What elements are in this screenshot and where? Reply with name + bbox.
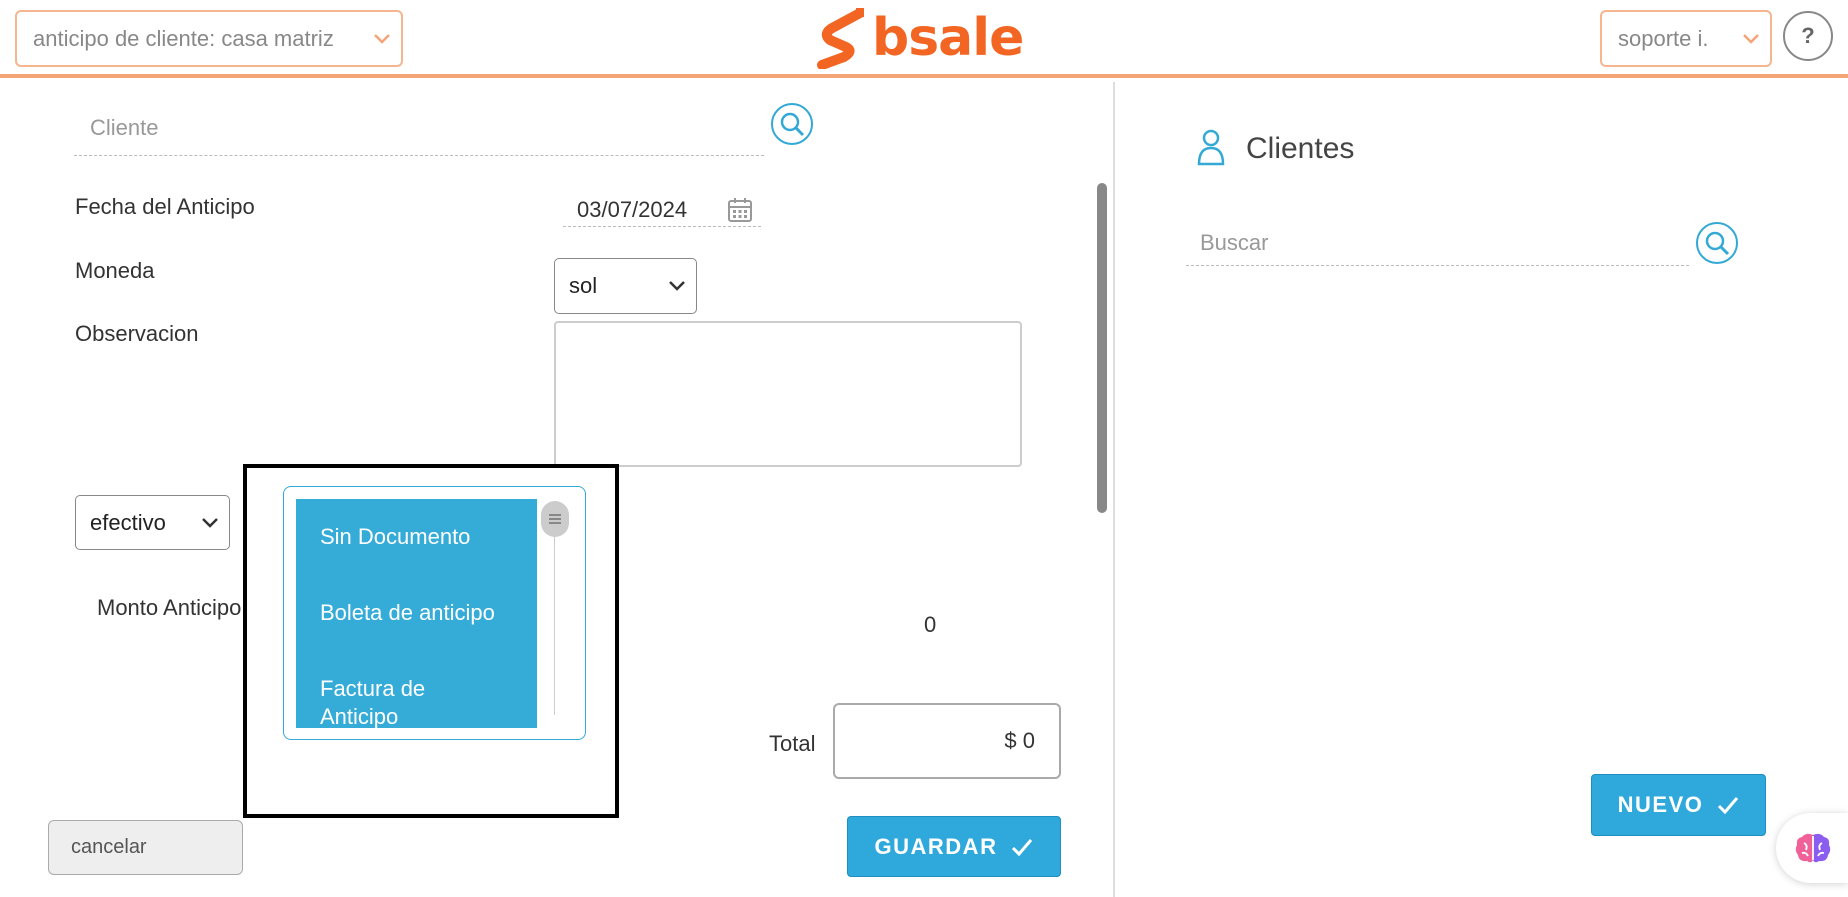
checkmark-icon bbox=[1012, 838, 1033, 856]
option-boleta-anticipo-label: Boleta de anticipo bbox=[320, 600, 495, 625]
assistant-launcher[interactable] bbox=[1776, 813, 1848, 883]
user-icon bbox=[1196, 128, 1226, 171]
search-icon bbox=[1705, 231, 1730, 256]
bsale-logo-mark-icon bbox=[817, 8, 864, 69]
checkmark-icon bbox=[1718, 797, 1739, 815]
cancel-button[interactable]: cancelar bbox=[48, 820, 243, 875]
clients-search-field[interactable]: Buscar bbox=[1186, 220, 1689, 266]
moneda-value: sol bbox=[569, 273, 598, 298]
list-scrollbar-thumb[interactable] bbox=[541, 501, 569, 537]
option-sin-documento[interactable]: Sin Documento bbox=[296, 523, 536, 551]
cliente-field[interactable]: Cliente bbox=[74, 100, 764, 156]
option-boleta-anticipo[interactable]: Boleta de anticipo bbox=[296, 599, 536, 627]
clients-search-button[interactable] bbox=[1696, 222, 1738, 264]
bsale-logo: bsale bbox=[816, 6, 1036, 70]
bsale-logo-text: bsale bbox=[872, 8, 1024, 68]
cancel-button-label: cancelar bbox=[71, 836, 147, 858]
top-header: anticipo de cliente: casa matriz bsale s… bbox=[0, 0, 1848, 78]
payment-method-select[interactable]: efectivo bbox=[75, 495, 230, 550]
fecha-label: Fecha del Anticipo bbox=[75, 194, 255, 219]
option-sin-documento-label: Sin Documento bbox=[320, 524, 471, 549]
user-select-value: soporte i. bbox=[1618, 25, 1709, 51]
observacion-label: Observacion bbox=[75, 321, 199, 346]
moneda-label: Moneda bbox=[75, 258, 155, 283]
option-factura-anticipo-label: Factura de Anticipo bbox=[320, 676, 426, 728]
branch-select[interactable]: anticipo de cliente: casa matriz bbox=[15, 10, 403, 67]
chevron-down-icon bbox=[1743, 33, 1759, 44]
search-icon bbox=[780, 112, 805, 137]
document-type-dropdown[interactable]: Sin Documento Boleta de anticipo Factura… bbox=[283, 486, 586, 740]
fecha-value: 03/07/2024 bbox=[577, 196, 688, 222]
new-client-button[interactable]: NUEVO bbox=[1591, 774, 1766, 836]
monto-label: Monto Anticipo bbox=[97, 595, 242, 620]
calendar-icon[interactable] bbox=[727, 197, 753, 228]
clients-search-placeholder: Buscar bbox=[1200, 229, 1269, 255]
clients-panel-title: Clientes bbox=[1246, 132, 1355, 165]
chevron-down-icon bbox=[202, 517, 218, 528]
form-scrollbar-thumb[interactable] bbox=[1097, 183, 1107, 513]
brain-icon bbox=[1795, 833, 1831, 863]
moneda-select[interactable]: sol bbox=[554, 258, 697, 314]
total-value: $ 0 bbox=[1004, 728, 1035, 753]
save-button[interactable]: GUARDAR bbox=[847, 816, 1061, 877]
panel-divider bbox=[1113, 82, 1115, 897]
drag-handle-icon bbox=[549, 514, 561, 524]
option-factura-anticipo[interactable]: Factura de Anticipo bbox=[296, 675, 456, 728]
observacion-textarea[interactable] bbox=[554, 321, 1022, 467]
total-field: $ 0 bbox=[833, 703, 1061, 779]
cliente-placeholder: Cliente bbox=[90, 114, 159, 140]
payment-method-value: efectivo bbox=[90, 509, 166, 535]
branch-select-value: anticipo de cliente: casa matriz bbox=[33, 25, 334, 51]
monto-value: 0 bbox=[924, 612, 937, 637]
cliente-search-button[interactable] bbox=[771, 103, 813, 145]
document-type-list: Sin Documento Boleta de anticipo Factura… bbox=[296, 499, 537, 728]
save-button-label: GUARDAR bbox=[874, 833, 998, 859]
new-client-button-label: NUEVO bbox=[1617, 792, 1704, 817]
user-select[interactable]: soporte i. bbox=[1600, 10, 1772, 67]
chevron-down-icon bbox=[669, 281, 685, 291]
help-button[interactable]: ? bbox=[1783, 11, 1833, 61]
help-icon: ? bbox=[1801, 23, 1815, 48]
chevron-down-icon bbox=[374, 33, 390, 44]
total-label: Total bbox=[769, 731, 816, 756]
